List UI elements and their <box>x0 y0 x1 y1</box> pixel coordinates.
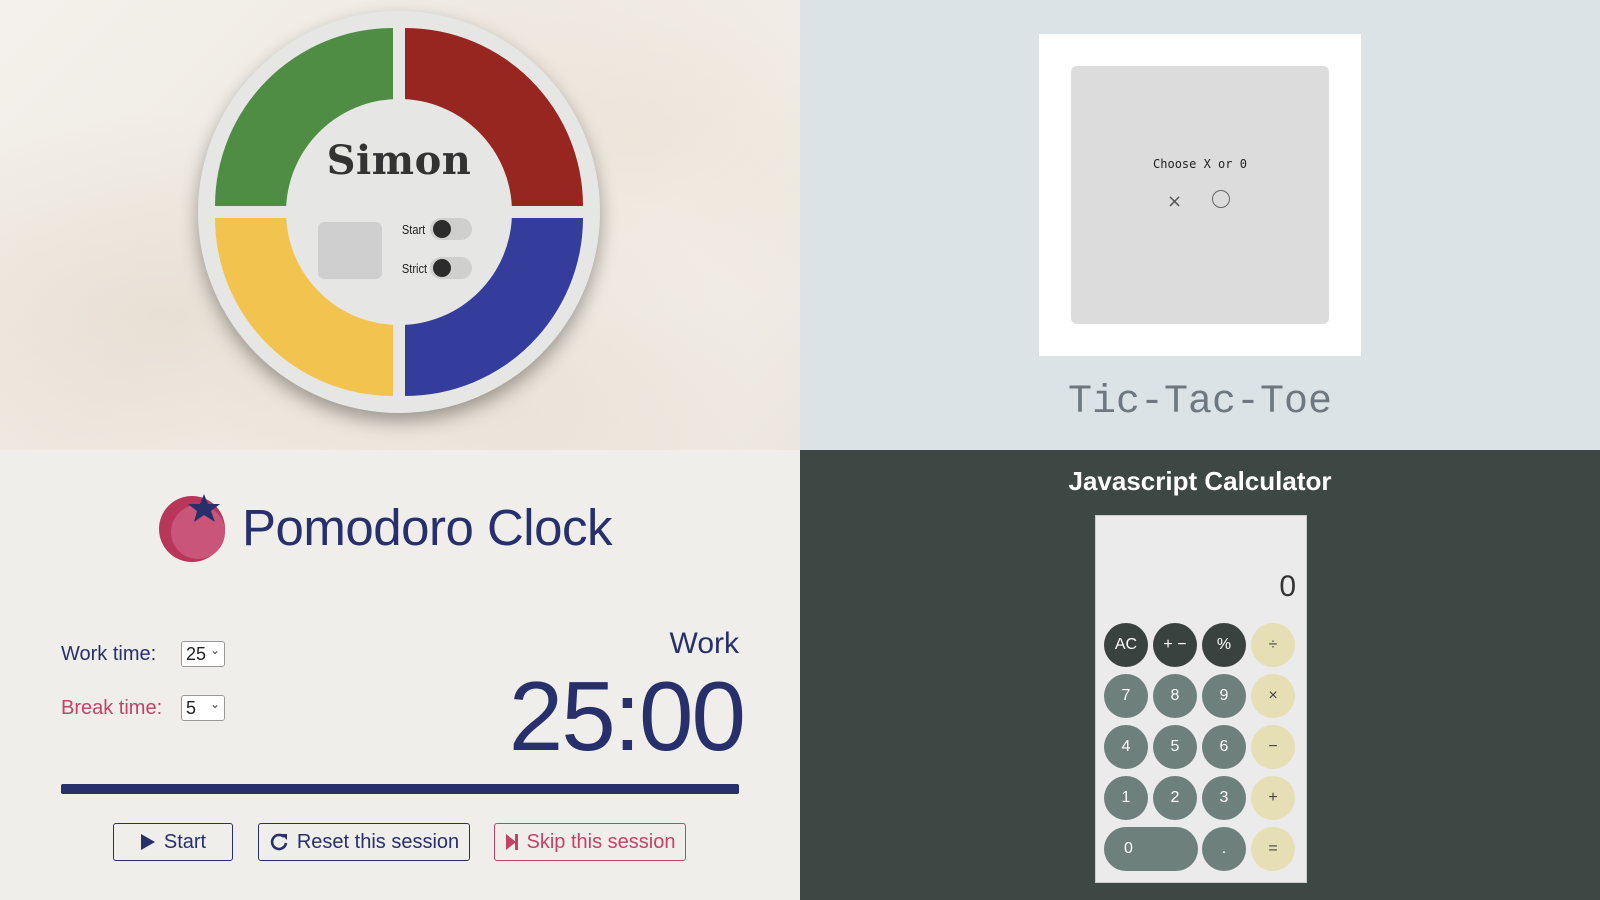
skip-button-label: Skip this session <box>526 830 676 853</box>
calc-digit-5-button[interactable]: 5 <box>1153 725 1197 769</box>
simon-title: Simon <box>326 137 472 184</box>
calculator-panel: Javascript Calculator 0 AC + −% ÷ 7 8 9 × 4 5 6− 1… <box>800 450 1600 900</box>
skip-icon <box>505 834 518 850</box>
work-time-label: Work time: <box>61 643 157 665</box>
simon-board: Simon Start Strict <box>198 11 600 413</box>
calculator-display: 0 <box>1279 570 1296 603</box>
calc-digit-8-button[interactable]: 8 <box>1153 674 1197 718</box>
break-time-select[interactable]: 5 <box>181 692 225 721</box>
tictactoe-prompt: Choose X or 0 <box>1153 157 1247 171</box>
calc-multiply-button[interactable]: × <box>1251 674 1295 718</box>
calculator-body: 0 AC + −% ÷ 7 8 9 × 4 5 6− 1 2 3 +0. = <box>1095 515 1307 883</box>
simon-start-row: Start <box>398 218 472 240</box>
calc-digit-1-button[interactable]: 1 <box>1104 776 1148 820</box>
calc-digit-9-button[interactable]: 9 <box>1202 674 1246 718</box>
session-progress-fill <box>61 784 739 794</box>
session-progress-bar <box>61 784 739 794</box>
reset-session-button[interactable]: Reset this session <box>258 823 470 861</box>
calculator-title: Javascript Calculator <box>1068 466 1332 496</box>
simon-panel: Simon Start Strict <box>0 0 800 450</box>
simon-count-display <box>318 222 382 279</box>
calc-digit-6-button[interactable]: 6 <box>1202 725 1246 769</box>
simon-start-label: Start <box>401 221 426 237</box>
calc-equals-button[interactable]: = <box>1251 827 1295 871</box>
toggle-knob <box>433 220 451 238</box>
countdown-time: 25:00 <box>508 661 746 771</box>
calc-digit-0-button[interactable]: 0 <box>1104 827 1198 871</box>
simon-center: Simon Start Strict <box>286 99 512 325</box>
tomato-icon <box>159 494 225 562</box>
calc-percent-button[interactable]: % <box>1202 623 1246 667</box>
tictactoe-panel: Choose X or 0 × Tic-Tac-Toe <box>800 0 1600 450</box>
calc-decimal-button[interactable]: . <box>1202 827 1246 871</box>
simon-start-toggle[interactable] <box>430 218 472 240</box>
simon-strict-row: Strict <box>398 257 472 279</box>
simon-strict-toggle[interactable] <box>430 257 472 279</box>
calc-digit-7-button[interactable]: 7 <box>1104 674 1148 718</box>
start-button[interactable]: Start <box>113 823 233 861</box>
tictactoe-frame: Choose X or 0 × <box>1039 34 1361 356</box>
calc-digit-3-button[interactable]: 3 <box>1202 776 1246 820</box>
break-time-label: Break time: <box>61 697 163 719</box>
tictactoe-title: Tic-Tac-Toe <box>1067 380 1333 425</box>
choose-x-button[interactable]: × <box>1167 191 1182 212</box>
calc-digit-2-button[interactable]: 2 <box>1153 776 1197 820</box>
pomodoro-panel: Pomodoro Clock Work time: 25 Break time:… <box>0 450 800 900</box>
play-icon <box>140 834 155 850</box>
calc-divide-button[interactable]: ÷ <box>1251 623 1295 667</box>
pomodoro-title: Pomodoro Clock <box>242 498 613 556</box>
calc-all-clear-button[interactable]: AC <box>1104 623 1148 667</box>
session-mode: Work <box>669 627 739 660</box>
pomodoro-header: Pomodoro Clock <box>158 492 613 562</box>
tictactoe-board: Choose X or 0 × <box>1071 66 1329 324</box>
simon-strict-label: Strict <box>401 260 428 276</box>
calc-subtract-button[interactable]: − <box>1251 725 1295 769</box>
calc-sign-toggle-button[interactable]: + − <box>1153 623 1197 667</box>
toggle-knob <box>433 259 451 277</box>
start-button-label: Start <box>163 830 207 853</box>
calc-digit-4-button[interactable]: 4 <box>1104 725 1148 769</box>
reset-button-label: Reset this session <box>296 830 460 853</box>
work-time-select[interactable]: 25 <box>181 638 225 667</box>
skip-session-button[interactable]: Skip this session <box>494 823 686 861</box>
reset-icon <box>270 833 288 851</box>
calc-add-button[interactable]: + <box>1251 776 1295 820</box>
choose-o-button[interactable] <box>1212 190 1230 208</box>
